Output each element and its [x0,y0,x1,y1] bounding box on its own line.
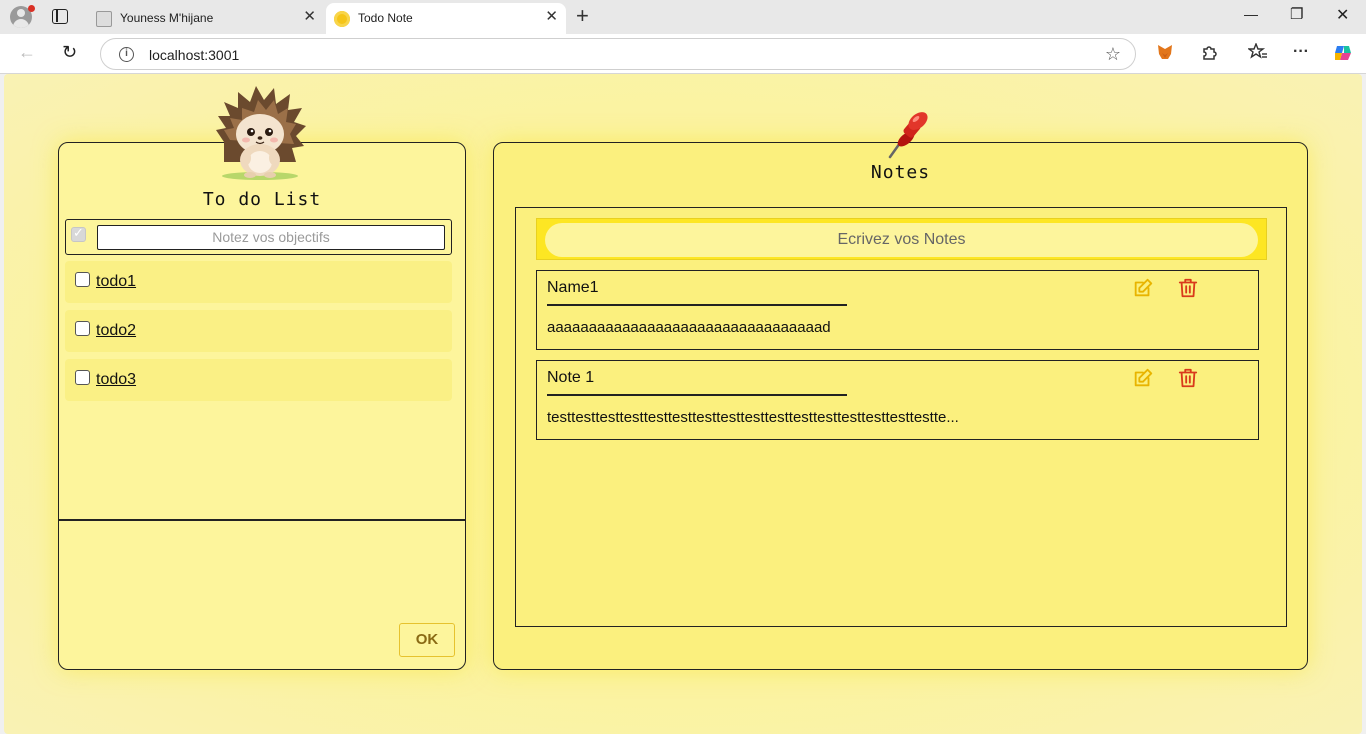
todo-item: todo3 [65,359,452,401]
star-icon[interactable]: ☆ [1105,44,1121,65]
note-card: Note 1 testtesttesttesttesttesttesttestt… [536,360,1259,440]
tab-todo-note[interactable]: Todo Note ✕ [326,3,566,34]
todo-checkbox[interactable] [75,370,90,385]
url-text: localhost:3001 [149,47,240,63]
edit-icon[interactable] [1132,367,1154,389]
edit-icon[interactable] [1132,277,1154,299]
more-icon[interactable]: ··· [1293,43,1309,61]
tab-title: Todo Note [358,11,413,25]
todo-input[interactable]: Notez vos objectifs [97,225,445,250]
notes-input[interactable]: Ecrivez vos Notes [545,223,1258,257]
app-page: To do List Notez vos objectifs todo1 tod… [4,74,1362,734]
todo-divider [59,519,465,521]
todo-checkbox[interactable] [75,321,90,336]
address-bar: ← ↻ i localhost:3001 ☆ ··· [0,34,1366,74]
todo-input-row: Notez vos objectifs [65,219,452,255]
minimize-icon[interactable]: — [1244,6,1258,22]
browser-tab-bar: Youness M'hijane ✕ Todo Note ✕ + — ❐ ✕ [0,0,1366,34]
hedgehog-icon [216,86,306,180]
note-title: Note 1 [547,369,595,386]
note-body: testtesttesttesttesttesttesttesttesttest… [547,409,959,426]
notes-title: Notes [870,162,931,183]
trash-icon[interactable] [1177,367,1199,389]
tab-title: Youness M'hijane [120,11,214,25]
todo-item: todo2 [65,310,452,352]
close-window-icon[interactable]: ✕ [1336,5,1349,25]
favorites-icon[interactable] [1246,42,1268,66]
notification-dot [28,5,35,12]
todo-item-label[interactable]: todo3 [96,371,136,389]
note-card: Name1 aaaaaaaaaaaaaaaaaaaaaaaaaaaaaaaaad [536,270,1259,350]
todo-item-label[interactable]: todo1 [96,273,136,291]
copilot-icon[interactable] [1333,43,1353,68]
url-field[interactable]: i localhost:3001 ☆ [100,38,1136,70]
profile-favicon-icon [96,11,112,27]
todo-item: todo1 [65,261,452,303]
todo-checkbox[interactable] [75,272,90,287]
trash-icon[interactable] [1177,277,1199,299]
notes-panel: Notes Ecrivez vos Notes Name1 aaaaaaaaaa… [493,112,1308,670]
info-icon[interactable]: i [119,47,134,62]
close-tab-icon[interactable]: ✕ [545,9,558,25]
pushpin-icon [888,112,928,159]
back-icon[interactable]: ← [18,42,36,62]
todo-panel: To do List Notez vos objectifs todo1 tod… [58,142,466,670]
extensions-icon[interactable] [1200,43,1218,66]
close-tab-icon[interactable]: ✕ [303,9,316,25]
note-title-underline [547,394,847,396]
note-title: Name1 [547,279,599,296]
coin-favicon-icon [334,11,350,27]
todo-title: To do List [202,189,322,210]
note-body: aaaaaaaaaaaaaaaaaaaaaaaaaaaaaaaaad [547,319,831,336]
tab-actions-icon[interactable] [52,9,68,24]
ok-button[interactable]: OK [399,623,455,657]
todo-item-label[interactable]: todo2 [96,322,136,340]
reload-icon[interactable]: ↻ [62,42,77,62]
todo-new-checkbox [71,225,86,242]
metamask-icon[interactable] [1156,43,1174,66]
restore-icon[interactable]: ❐ [1290,5,1303,23]
note-title-underline [547,304,847,306]
tab-youness[interactable]: Youness M'hijane ✕ [88,3,324,34]
new-tab-icon[interactable]: + [576,5,589,27]
notes-input-band: Ecrivez vos Notes [536,218,1267,260]
notes-container: Ecrivez vos Notes Name1 aaaaaaaaaaaaaaaa… [515,207,1287,627]
